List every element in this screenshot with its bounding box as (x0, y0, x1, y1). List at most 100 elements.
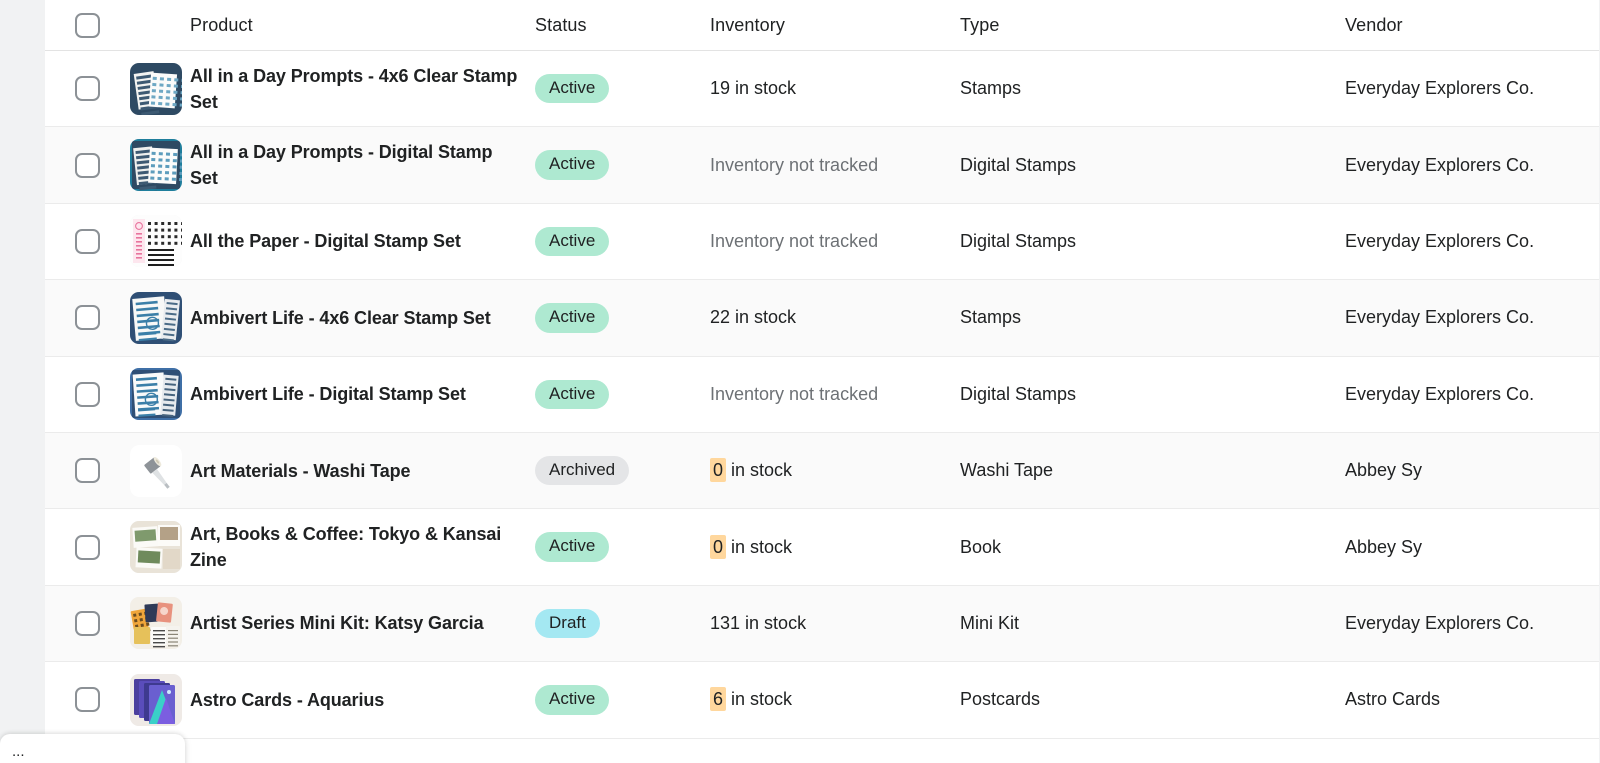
product-vendor: Everyday Explorers Co. (1345, 612, 1535, 633)
product-thumbnail-cell (130, 597, 190, 650)
product-name-link[interactable]: Ambivert Life - 4x6 Clear Stamp Set (190, 308, 509, 328)
product-name-link[interactable]: All in a Day Prompts - 4x6 Clear Stamp S… (190, 66, 517, 112)
inventory-value: 19 in stock (710, 78, 797, 99)
table-row[interactable]: Artist Series Mini Kit: Katsy Garcia Dra… (45, 585, 1600, 663)
row-checkbox[interactable] (75, 458, 100, 484)
row-checkbox[interactable] (75, 305, 100, 331)
inventory-value: 0 in stock (710, 534, 792, 559)
status-badge: Active (535, 303, 610, 333)
table-row[interactable]: Art Materials - Washi Tape Archived 0 in… (45, 432, 1600, 510)
product-name-cell[interactable]: Art Materials - Washi Tape (190, 458, 535, 484)
inventory-count: 19 (710, 78, 731, 99)
row-select-cell (45, 152, 130, 178)
vendor-cell: Abbey Sy (1345, 537, 1600, 558)
status-badge: Active (535, 685, 610, 715)
column-header-type[interactable]: Type (960, 15, 999, 35)
product-name-cell[interactable]: All in a Day Prompts - Digital Stamp Set (190, 139, 535, 191)
inventory-cell: 0 in stock (710, 458, 960, 483)
product-name-link[interactable]: Artist Series Mini Kit: Katsy Garcia (190, 613, 502, 633)
product-name-link[interactable]: All the Paper - Digital Stamp Set (190, 231, 479, 251)
type-cell: Stamps (960, 307, 1345, 328)
inventory-count: 22 (710, 307, 731, 328)
column-header-status[interactable]: Status (535, 15, 587, 35)
astro-cards-purple-thumbnail (130, 673, 182, 726)
row-checkbox[interactable] (75, 76, 100, 102)
status-cell: Archived (535, 455, 710, 486)
type-cell: Washi Tape (960, 460, 1345, 481)
table-row[interactable]: Ambivert Life - Digital Stamp Set Active… (45, 356, 1600, 433)
product-name-cell[interactable]: All in a Day Prompts - 4x6 Clear Stamp S… (190, 63, 535, 115)
row-checkbox[interactable] (75, 610, 100, 636)
table-row[interactable]: Art, Books & Coffee: Tokyo & Kansai Zine… (45, 509, 1600, 586)
column-header-product[interactable]: Product (190, 15, 253, 35)
product-name-link[interactable]: Astro Cards - Aquarius (190, 690, 402, 710)
product-thumbnail-cell (130, 139, 190, 192)
inventory-value: Inventory not tracked (710, 383, 879, 404)
row-checkbox[interactable] (75, 381, 100, 407)
select-all-cell (45, 12, 130, 38)
inventory-cell: Inventory not tracked (710, 155, 960, 176)
row-checkbox[interactable] (75, 534, 100, 560)
bottom-popover[interactable]: ... (0, 734, 185, 763)
inventory-value: Inventory not tracked (710, 154, 879, 175)
inventory-value: 0 in stock (710, 458, 792, 483)
product-name-cell[interactable]: Art, Books & Coffee: Tokyo & Kansai Zine (190, 521, 535, 573)
product-name-cell[interactable]: Ambivert Life - Digital Stamp Set (190, 381, 535, 407)
ambivert-stamp-sheet-thumbnail (130, 291, 182, 344)
inventory-count: 131 (710, 612, 741, 633)
left-gutter (0, 0, 45, 763)
product-thumbnail-cell (130, 62, 190, 115)
product-name-cell[interactable]: Ambivert Life - 4x6 Clear Stamp Set (190, 305, 535, 331)
status-cell: Active (535, 226, 710, 257)
product-vendor: Everyday Explorers Co. (1345, 78, 1535, 99)
product-type: Book (960, 536, 1002, 557)
product-type: Digital Stamps (960, 154, 1077, 175)
row-select-cell (45, 610, 130, 636)
status-cell: Active (535, 532, 710, 562)
row-select-cell (45, 381, 130, 407)
row-checkbox[interactable] (75, 228, 100, 254)
zine-photo-spread-thumbnail (130, 521, 182, 574)
column-header-vendor[interactable]: Vendor (1345, 15, 1403, 35)
inventory-cell: 131 in stock (710, 613, 960, 634)
product-name-cell[interactable]: Astro Cards - Aquarius (190, 687, 535, 713)
status-badge: Active (535, 226, 610, 257)
product-type: Stamps (960, 307, 1022, 328)
product-name-link[interactable]: Ambivert Life - Digital Stamp Set (190, 384, 484, 404)
inventory-count-highlight: 6 (710, 687, 727, 712)
vendor-cell: Abbey Sy (1345, 460, 1600, 481)
column-header-inventory[interactable]: Inventory (710, 15, 785, 35)
product-name-link[interactable]: All in a Day Prompts - Digital Stamp Set (190, 142, 493, 188)
select-all-checkbox[interactable] (75, 12, 100, 38)
inventory-value: 6 in stock (710, 687, 792, 712)
inventory-cell: 0 in stock (710, 534, 960, 559)
row-select-cell (45, 687, 130, 713)
product-name-cell[interactable]: Artist Series Mini Kit: Katsy Garcia (190, 610, 535, 636)
product-vendor: Everyday Explorers Co. (1345, 230, 1535, 251)
table-row[interactable]: All in a Day Prompts - 4x6 Clear Stamp S… (45, 51, 1600, 128)
table-row[interactable]: All the Paper - Digital Stamp Set Active… (45, 203, 1600, 281)
product-vendor: Everyday Explorers Co. (1345, 383, 1535, 404)
products-table-page: Product Status Inventory Type Vendor All… (0, 0, 1600, 763)
product-name-link[interactable]: Art Materials - Washi Tape (190, 461, 428, 481)
product-name-link[interactable]: Art, Books & Coffee: Tokyo & Kansai Zine (190, 524, 501, 570)
product-type: Digital Stamps (960, 383, 1077, 404)
inventory-cell: 22 in stock (710, 307, 960, 328)
row-checkbox[interactable] (75, 152, 100, 178)
product-name-cell[interactable]: All the Paper - Digital Stamp Set (190, 228, 535, 254)
ambivert-digital-sheet-thumbnail (130, 368, 182, 421)
product-type: Digital Stamps (960, 230, 1077, 251)
table-row[interactable]: All in a Day Prompts - Digital Stamp Set… (45, 127, 1600, 204)
vendor-cell: Astro Cards (1345, 689, 1600, 710)
product-thumbnail-cell (130, 673, 190, 726)
type-cell: Mini Kit (960, 613, 1345, 634)
status-badge: Active (535, 532, 610, 562)
product-thumbnail-cell (130, 368, 190, 421)
vendor-cell: Everyday Explorers Co. (1345, 613, 1600, 634)
row-checkbox[interactable] (75, 687, 100, 713)
table-row[interactable]: Astro Cards - Aquarius Active 6 in stock… (45, 662, 1600, 739)
status-badge: Active (535, 74, 610, 104)
table-row[interactable]: Ambivert Life - 4x6 Clear Stamp Set Acti… (45, 280, 1600, 357)
product-thumbnail-cell (130, 521, 190, 574)
row-select-cell (45, 76, 130, 102)
